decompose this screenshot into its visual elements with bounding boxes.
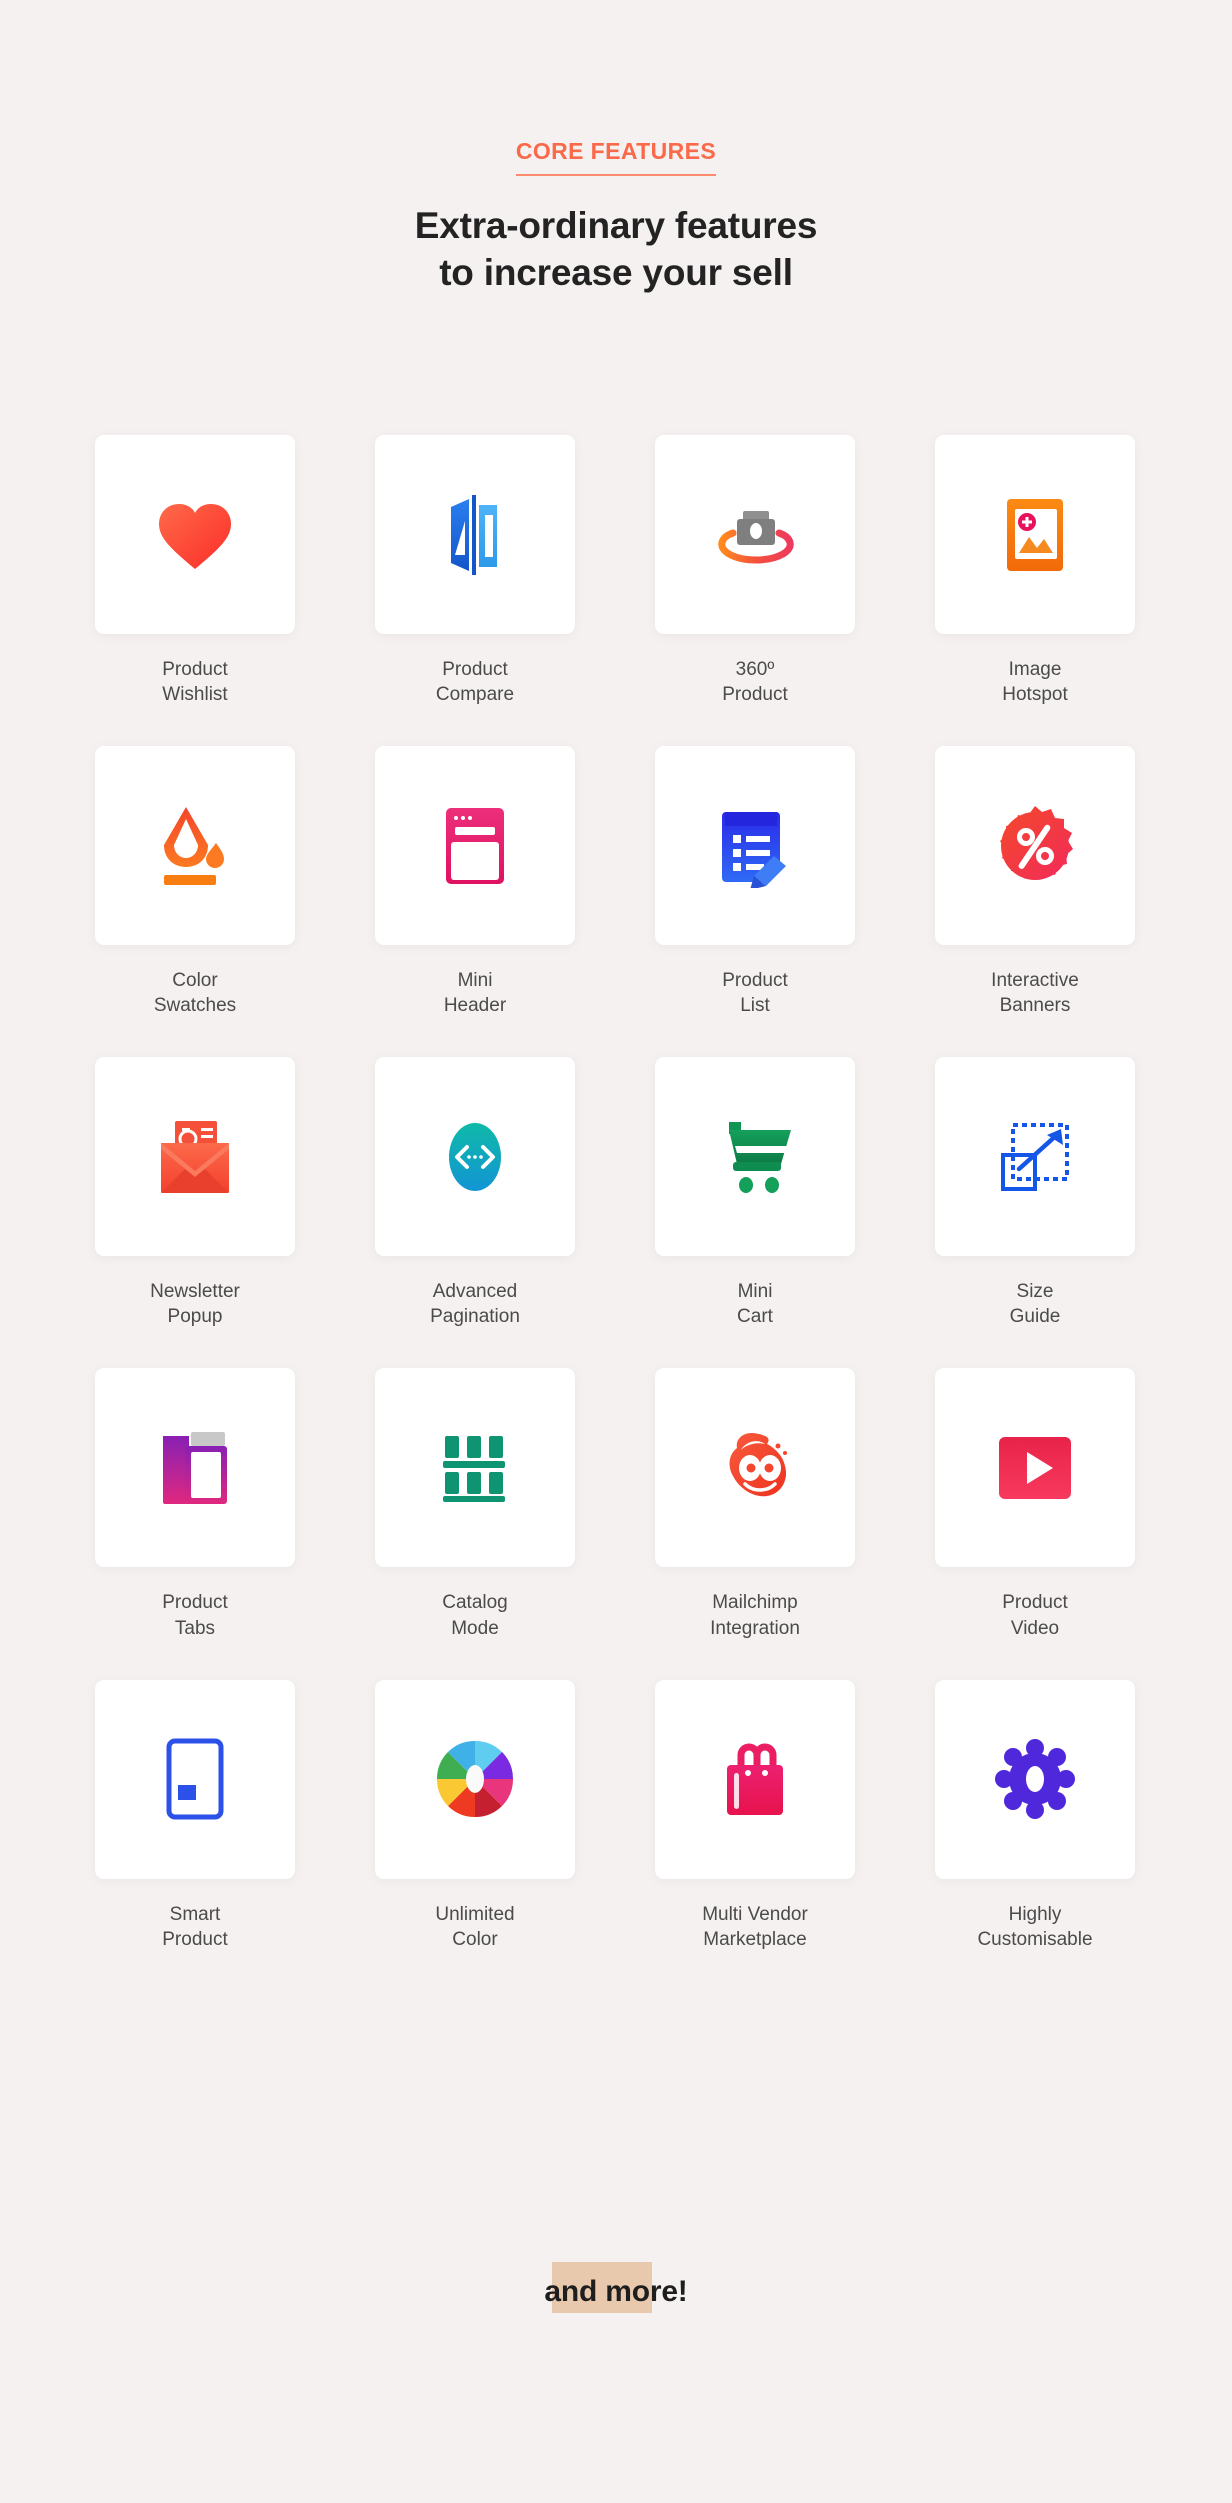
and-more: and more! (540, 2262, 691, 2313)
feature-label: Product Video (1002, 1592, 1068, 1639)
feature-label: Mini Cart (737, 1281, 773, 1328)
feature-cell: Smart Product (95, 1679, 295, 1952)
feature-cell: Newsletter Popup (95, 1057, 295, 1329)
size-guide-icon (997, 1119, 1073, 1195)
feature-card[interactable] (935, 435, 1135, 634)
feature-card[interactable] (95, 1368, 295, 1568)
feature-label: Multi Vendor Marketplace (702, 1903, 808, 1950)
page-title: Extra-ordinary features to increase your… (0, 203, 1232, 296)
catalog-grid-icon (439, 1434, 511, 1502)
feature-label: Product Wishlist (162, 659, 228, 706)
feature-label: Image Hotspot (1002, 659, 1068, 706)
feature-label: Color Swatches (153, 970, 237, 1017)
feature-cell: Product Video (935, 1368, 1135, 1640)
feature-card[interactable] (655, 435, 855, 634)
feature-card[interactable] (375, 746, 575, 946)
section-header: CORE FEATURES Extra-ordinary features to… (0, 0, 1232, 296)
feature-card[interactable] (655, 1368, 855, 1568)
feature-card[interactable] (375, 1368, 575, 1568)
shopping-bag-icon (719, 1739, 791, 1819)
feature-label: Mailchimp Integration (710, 1592, 800, 1639)
percent-badge-icon (993, 804, 1077, 888)
feature-label: Interactive Banners (991, 970, 1079, 1017)
shopping-cart-icon (715, 1118, 795, 1196)
feature-card[interactable] (655, 1679, 855, 1879)
feature-label: Smart Product (162, 1903, 228, 1950)
smart-phone-icon (164, 1737, 226, 1821)
feature-card[interactable] (935, 746, 1135, 946)
camera-360-icon (711, 497, 799, 573)
list-edit-icon (716, 804, 794, 888)
feature-card[interactable] (95, 435, 295, 634)
feature-card[interactable] (95, 746, 295, 946)
image-hotspot-icon (997, 493, 1073, 577)
feature-card[interactable] (95, 1679, 295, 1879)
section-eyebrow: CORE FEATURES (515, 138, 717, 176)
feature-label: Size Guide (1009, 1281, 1061, 1328)
feature-cell: Product Tabs (95, 1368, 295, 1640)
mailchimp-icon (715, 1428, 795, 1508)
feature-card[interactable] (655, 746, 855, 946)
feature-cell: Image Hotspot (935, 435, 1135, 707)
feature-cell: Mailchimp Integration (655, 1368, 855, 1640)
feature-cell: Catalog Mode (375, 1368, 575, 1640)
footer: and more! (0, 2262, 1232, 2313)
feature-label: Mini Header (443, 970, 507, 1017)
feature-cell: Mini Cart (655, 1057, 855, 1329)
feature-cell: 360º Product (655, 435, 855, 707)
headline-line-2: to increase your sell (439, 251, 793, 293)
feature-cell: Mini Header (375, 746, 575, 1018)
feature-label: Product Tabs (162, 1592, 228, 1639)
feature-cell: Interactive Banners (935, 746, 1135, 1018)
browser-window-icon (442, 804, 508, 888)
heart-icon (153, 493, 237, 577)
feature-card[interactable] (935, 1057, 1135, 1257)
feature-card[interactable] (95, 1057, 295, 1257)
feature-label: 360º Product (722, 659, 788, 706)
feature-cell: Size Guide (935, 1057, 1135, 1329)
headline-line-1: Extra-ordinary features (414, 205, 818, 246)
feature-cell: Highly Customisable (935, 1679, 1135, 1952)
feature-card[interactable] (375, 1679, 575, 1879)
compare-icon (435, 493, 515, 577)
feature-cell: Product Compare (375, 435, 575, 707)
email-at-icon (155, 1117, 235, 1197)
feature-cell: Color Swatches (95, 746, 295, 1018)
and-more-label: and more! (544, 2275, 688, 2308)
features-page: CORE FEATURES Extra-ordinary features to… (0, 0, 1232, 2503)
feature-card[interactable] (935, 1368, 1135, 1568)
feature-cell: Product List (655, 746, 855, 1018)
feature-label: Newsletter Popup (150, 1281, 240, 1328)
feature-label: Catalog Mode (442, 1592, 508, 1639)
feature-cell: Product Wishlist (95, 435, 295, 707)
feature-card[interactable] (655, 1057, 855, 1257)
feature-label: Product Compare (435, 659, 515, 706)
paint-bucket-icon (156, 805, 234, 887)
feature-label: Highly Customisable (977, 1903, 1093, 1950)
feature-grid: Product Wishlist Product Compare 360º Prod… (95, 435, 1137, 1952)
feature-card[interactable] (375, 1057, 575, 1257)
feature-label: Unlimited Color (435, 1903, 515, 1950)
feature-label: Product List (722, 970, 788, 1017)
feature-cell: Advanced Pagination (375, 1057, 575, 1329)
color-wheel-icon (435, 1739, 515, 1819)
feature-label: Advanced Pagination (430, 1281, 520, 1328)
feature-cell: Multi Vendor Marketplace (655, 1679, 855, 1952)
feature-card[interactable] (935, 1679, 1135, 1879)
feature-cell: Unlimited Color (375, 1679, 575, 1952)
pagination-code-icon (439, 1117, 511, 1197)
gear-icon (995, 1739, 1075, 1820)
folder-tabs-icon (159, 1430, 231, 1506)
feature-card[interactable] (375, 435, 575, 634)
play-video-icon (997, 1435, 1073, 1501)
